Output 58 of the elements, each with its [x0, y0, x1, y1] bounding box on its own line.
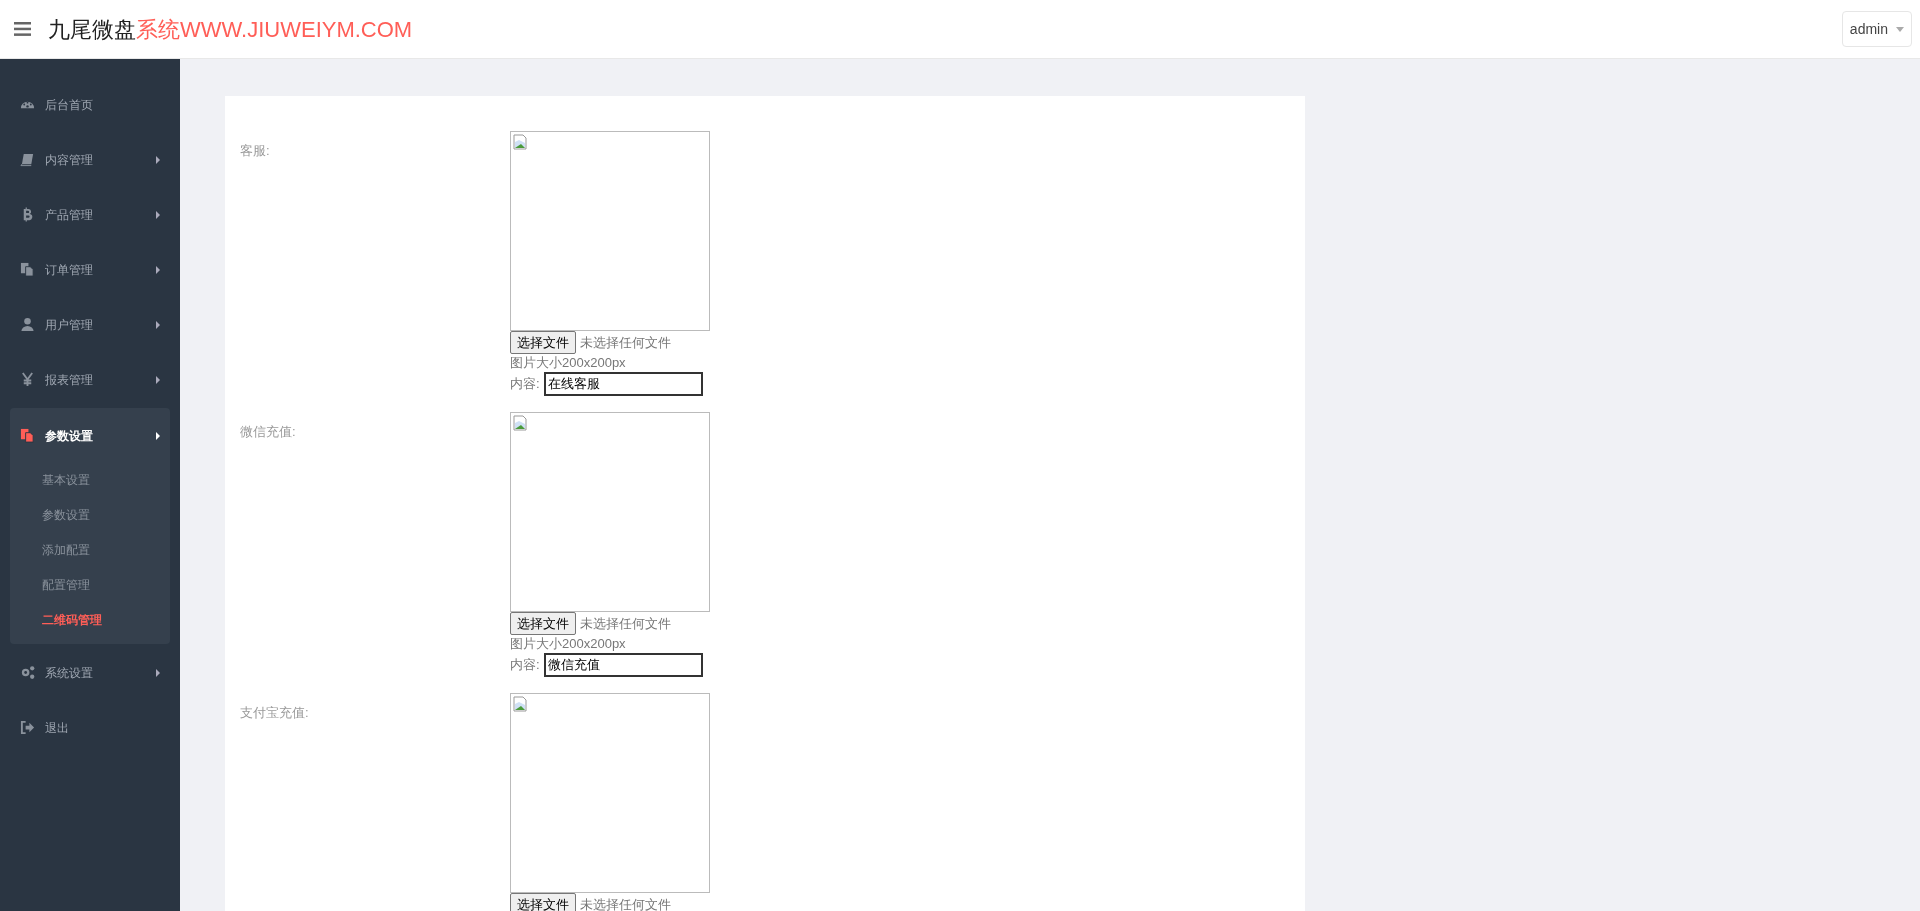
caret-right-icon	[156, 431, 160, 440]
field-label: 支付宝充值:	[240, 704, 310, 722]
submenu-item[interactable]: 添加配置	[10, 533, 170, 568]
menu-icon[interactable]	[14, 22, 31, 36]
caret-right-icon	[156, 210, 160, 219]
sidebar-item[interactable]: 系统设置	[10, 645, 170, 700]
file-status: 未选择任何文件	[580, 614, 671, 633]
submenu-item[interactable]: 基本设置	[10, 463, 170, 498]
submenu-item[interactable]: 参数设置	[10, 498, 170, 533]
broken-image-icon	[513, 134, 529, 150]
sidebar-label: 后台首页	[45, 96, 93, 114]
sidebar-item[interactable]: 参数设置	[10, 408, 170, 463]
sidebar-item[interactable]: 产品管理	[10, 187, 170, 242]
sidebar-item[interactable]: 订单管理	[10, 242, 170, 297]
sidebar-label: 系统设置	[45, 664, 93, 682]
sidebar-label: 订单管理	[45, 261, 93, 279]
content-input[interactable]: 微信充值	[543, 653, 703, 677]
sidebar-item[interactable]: 内容管理	[10, 132, 170, 187]
brand-title: 九尾微盘系统WWW.JIUWEIYM.COM	[48, 15, 413, 44]
caret-right-icon	[156, 375, 160, 384]
sidebar-label: 报表管理	[45, 371, 93, 389]
choose-file-button[interactable]: 选择文件	[510, 612, 576, 635]
content-label: 内容:	[510, 656, 540, 675]
submenu-item[interactable]: 二维码管理	[10, 603, 170, 638]
user-icon	[20, 317, 35, 332]
sidebar-item[interactable]: 后台首页	[10, 77, 170, 132]
sidebar-label: 用户管理	[45, 316, 93, 334]
caret-right-icon	[156, 668, 160, 677]
caret-right-icon	[156, 265, 160, 274]
content-input[interactable]: 在线客服	[543, 372, 703, 396]
sign-out-icon	[20, 720, 35, 735]
book-icon	[20, 152, 35, 167]
choose-file-button[interactable]: 选择文件	[510, 331, 576, 354]
files-icon	[20, 262, 35, 277]
submenu-item[interactable]: 配置管理	[10, 568, 170, 603]
files-icon	[20, 428, 35, 443]
sidebar-label: 退出	[45, 719, 69, 737]
field-label: 微信充值:	[240, 423, 297, 441]
size-hint: 图片大小200x200px	[510, 354, 627, 372]
sidebar-label: 内容管理	[45, 151, 93, 169]
sidebar-item[interactable]: 用户管理	[10, 297, 170, 352]
sidebar-label: 参数设置	[45, 427, 93, 445]
choose-file-button[interactable]: 选择文件	[510, 893, 576, 911]
user-dropdown[interactable]: admin	[1841, 11, 1912, 47]
caret-right-icon	[156, 320, 160, 329]
file-status: 未选择任何文件	[580, 333, 671, 352]
sidebar-label: 产品管理	[45, 206, 93, 224]
field-label: 客服:	[240, 142, 271, 160]
caret-icon	[1896, 26, 1904, 32]
caret-right-icon	[156, 155, 160, 164]
content-label: 内容:	[510, 375, 540, 394]
broken-image-icon	[513, 415, 529, 431]
broken-image-icon	[513, 696, 529, 712]
sidebar-item[interactable]: 退出	[10, 700, 170, 755]
file-status: 未选择任何文件	[580, 895, 671, 911]
yen-icon	[20, 372, 35, 387]
size-hint: 图片大小200x200px	[510, 635, 627, 653]
sidebar-item[interactable]: 报表管理	[10, 352, 170, 407]
